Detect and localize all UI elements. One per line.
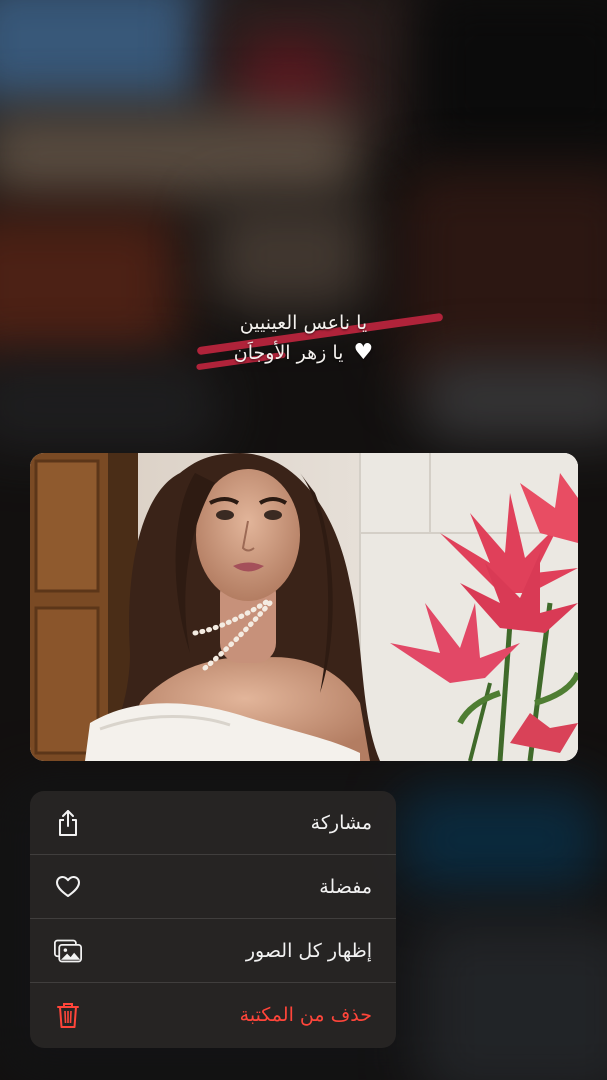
menu-item-favorite-label: مفضلة: [319, 875, 372, 898]
heart-icon: [54, 873, 82, 901]
photo-preview[interactable]: [30, 453, 578, 761]
menu-item-share[interactable]: مشاركة: [30, 791, 396, 855]
heart-emoji-icon: ♥: [353, 340, 374, 365]
share-icon: [54, 809, 82, 837]
menu-item-delete[interactable]: حذف من المكتبة: [30, 983, 396, 1047]
caption-line-2-text: يا زهر الأوجاَن: [233, 342, 344, 364]
photos-icon: [54, 937, 82, 965]
context-menu: مشاركة مفضلة إظهار كل الصور حذف من المكت…: [30, 791, 396, 1048]
caption-line-1: يا ناعس العينيين: [239, 312, 368, 334]
caption-line-2: ♥ يا زهر الأوجاَن: [0, 338, 607, 368]
menu-item-favorite[interactable]: مفضلة: [30, 855, 396, 919]
trash-icon: [54, 1001, 82, 1029]
menu-item-delete-label: حذف من المكتبة: [239, 1004, 372, 1026]
caption: يا ناعس العينيين ♥ يا زهر الأوجاَن: [0, 308, 607, 368]
portrait-photo-illustration: [30, 453, 578, 761]
menu-item-show-all-photos[interactable]: إظهار كل الصور: [30, 919, 396, 983]
menu-item-show-all-photos-label: إظهار كل الصور: [245, 939, 372, 962]
menu-item-share-label: مشاركة: [310, 811, 372, 834]
